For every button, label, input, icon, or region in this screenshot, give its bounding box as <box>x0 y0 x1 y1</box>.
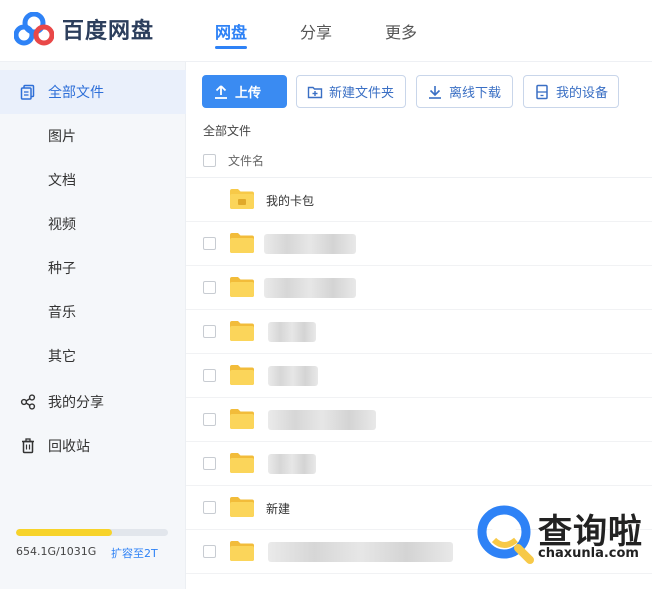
sidebar-item-label: 图片 <box>48 129 76 145</box>
new-folder-button[interactable]: 新建文件夹 <box>296 75 406 108</box>
sidebar-item-documents[interactable]: 文档 <box>0 158 186 202</box>
offline-download-button[interactable]: 离线下载 <box>416 75 513 108</box>
table-row[interactable] <box>186 310 652 354</box>
tab-netdisk[interactable]: 网盘 <box>215 19 247 43</box>
folder-icon <box>230 453 254 473</box>
baidu-netdisk-logo[interactable]: 百度网盘 <box>14 12 154 46</box>
card-wallet-folder-icon <box>230 189 254 209</box>
row-checkbox[interactable] <box>203 413 216 426</box>
folder-icon <box>230 365 254 385</box>
blurred-file-name <box>264 234 356 254</box>
folder-icon <box>230 277 254 297</box>
row-checkbox[interactable] <box>203 545 216 558</box>
sidebar: 全部文件 图片 文档 视频 种子 音乐 其它 我的分享 回收站 <box>0 62 186 589</box>
folder-icon <box>230 409 254 429</box>
sidebar-item-videos[interactable]: 视频 <box>0 202 186 246</box>
sidebar-item-label: 种子 <box>48 261 76 277</box>
row-checkbox[interactable] <box>203 369 216 382</box>
magnifier-logo-icon <box>477 505 534 564</box>
download-icon <box>429 85 441 99</box>
new-folder-icon <box>307 86 323 98</box>
upload-icon <box>215 84 227 99</box>
device-icon <box>536 84 548 99</box>
folder-icon <box>230 321 254 341</box>
sidebar-item-music[interactable]: 音乐 <box>0 290 186 334</box>
sidebar-item-label: 我的分享 <box>48 395 104 411</box>
sidebar-item-all-files[interactable]: 全部文件 <box>0 70 186 114</box>
file-name[interactable]: 新建 <box>266 500 290 517</box>
logo-text: 百度网盘 <box>62 19 155 44</box>
offline-download-button-label: 离线下载 <box>449 86 502 101</box>
sidebar-item-label: 音乐 <box>48 305 76 321</box>
file-copy-icon <box>20 84 35 100</box>
upload-button-label: 上传 <box>235 86 262 101</box>
sidebar-item-my-shares[interactable]: 我的分享 <box>0 380 186 424</box>
breadcrumb[interactable]: 全部文件 <box>203 122 251 139</box>
blurred-file-name <box>268 322 316 342</box>
row-checkbox[interactable] <box>203 457 216 470</box>
table-row[interactable] <box>186 222 652 266</box>
watermark-subtitle: chaxunla.com <box>538 546 639 561</box>
blurred-file-name <box>268 366 318 386</box>
sidebar-item-label: 全部文件 <box>48 85 104 101</box>
file-name[interactable]: 我的卡包 <box>266 192 314 209</box>
table-header: 文件名 <box>186 146 652 178</box>
sidebar-item-other[interactable]: 其它 <box>0 334 186 378</box>
sidebar-item-label: 文档 <box>48 173 76 189</box>
sidebar-item-images[interactable]: 图片 <box>0 114 186 158</box>
column-header-filename: 文件名 <box>228 154 265 168</box>
table-row[interactable] <box>186 266 652 310</box>
table-row[interactable] <box>186 354 652 398</box>
blurred-file-name <box>268 542 453 562</box>
tab-share[interactable]: 分享 <box>300 19 332 43</box>
active-tab-underline <box>215 46 247 49</box>
folder-icon <box>230 541 254 561</box>
my-devices-button-label: 我的设备 <box>556 86 609 101</box>
storage-usage-text: 654.1G/1031G <box>16 545 97 558</box>
expand-storage-link[interactable]: 扩容至2T <box>111 545 158 561</box>
watermark: 查询啦 chaxunla.com <box>476 500 652 580</box>
row-checkbox[interactable] <box>203 501 216 514</box>
table-row[interactable] <box>186 398 652 442</box>
row-checkbox[interactable] <box>203 325 216 338</box>
top-header: 百度网盘 网盘 分享 更多 <box>0 0 652 62</box>
table-row[interactable]: 我的卡包 <box>186 178 652 222</box>
folder-icon <box>230 233 254 253</box>
cloud-logo-icon <box>14 12 54 46</box>
storage-usage-fill <box>16 529 113 536</box>
storage-usage-bar <box>16 529 168 536</box>
sidebar-item-torrents[interactable]: 种子 <box>0 246 186 290</box>
tab-more[interactable]: 更多 <box>385 19 417 43</box>
new-folder-button-label: 新建文件夹 <box>329 86 395 101</box>
share-icon <box>20 394 36 410</box>
folder-icon <box>230 497 254 517</box>
blurred-file-name <box>268 410 376 430</box>
select-all-checkbox[interactable] <box>203 154 216 167</box>
sidebar-item-label: 视频 <box>48 217 76 233</box>
trash-icon <box>22 438 34 454</box>
row-checkbox[interactable] <box>203 281 216 294</box>
blurred-file-name <box>264 278 356 298</box>
sidebar-item-recycle-bin[interactable]: 回收站 <box>0 424 186 468</box>
sidebar-item-label: 回收站 <box>48 439 90 455</box>
sidebar-item-label: 其它 <box>48 349 76 365</box>
table-row[interactable] <box>186 442 652 486</box>
upload-button[interactable]: 上传 <box>202 75 287 108</box>
row-checkbox[interactable] <box>203 237 216 250</box>
my-devices-button[interactable]: 我的设备 <box>523 75 619 108</box>
blurred-file-name <box>268 454 316 474</box>
